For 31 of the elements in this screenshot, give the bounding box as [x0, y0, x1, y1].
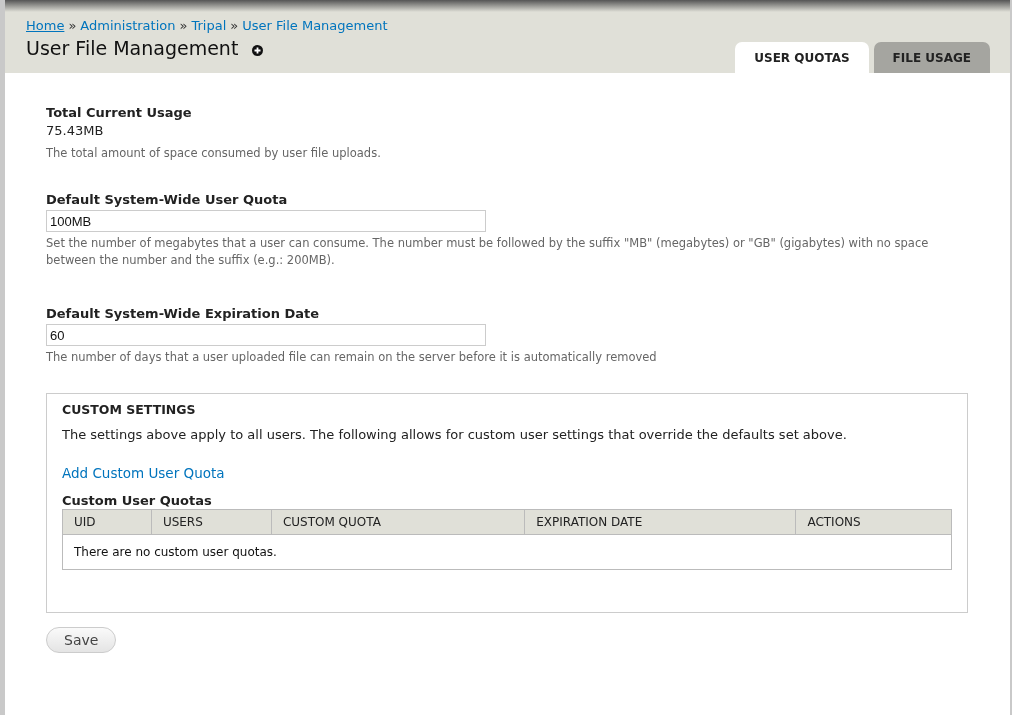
page-title: User File Management: [26, 37, 239, 59]
column-header: CUSTOM QUOTA: [271, 509, 525, 535]
fieldset-legend: CUSTOM SETTINGS: [62, 402, 952, 417]
column-header: ACTIONS: [795, 509, 952, 535]
tab[interactable]: USER QUOTAS: [735, 42, 869, 73]
breadcrumb-link[interactable]: Home: [26, 18, 65, 33]
empty-message: There are no custom user quotas.: [62, 534, 952, 570]
tab[interactable]: FILE USAGE: [873, 42, 990, 73]
breadcrumb-link[interactable]: Administration: [80, 18, 176, 33]
breadcrumb-link[interactable]: Tripal: [191, 18, 227, 33]
text-field[interactable]: 100MB: [46, 210, 486, 232]
add-link[interactable]: Add Custom User Quota: [62, 465, 225, 481]
save-button[interactable]: Save: [46, 627, 117, 653]
breadcrumb-link[interactable]: User File Management: [242, 18, 388, 33]
breadcrumb-separator: »: [68, 18, 77, 33]
breadcrumb-separator: »: [179, 18, 188, 33]
table-title: Custom User Quotas: [62, 493, 213, 508]
column-header: USERS: [151, 509, 272, 535]
column-header: UID: [62, 509, 152, 535]
field-label: Total Current Usage: [46, 105, 193, 120]
field-description: The total amount of space consumed by user file uploads.: [46, 145, 382, 162]
field-description: The number of days that a user uploaded file can remain on the server before it is automatically removed: [46, 349, 658, 366]
text-field[interactable]: 60: [46, 324, 486, 346]
breadcrumb-separator: »: [230, 18, 239, 33]
field-description: Set the number of megabytes that a user can consume. The number must be followed by the suffix "MB" (megabytes) or "GB" (gigabytes) with no space between the number and the suffix (e.g.: 200MB).: [46, 235, 930, 269]
column-header: EXPIRATION DATE: [524, 509, 796, 535]
settings-description: The settings above apply to all users. The following allows for custom user settings that override the defaults set above.: [62, 427, 848, 442]
usage-value: 75.43MB: [46, 123, 105, 138]
field-label: Default System-Wide User Quota: [46, 192, 289, 207]
field-label: Default System-Wide Expiration Date: [46, 306, 321, 321]
add-shortcut-icon[interactable]: [252, 44, 264, 56]
